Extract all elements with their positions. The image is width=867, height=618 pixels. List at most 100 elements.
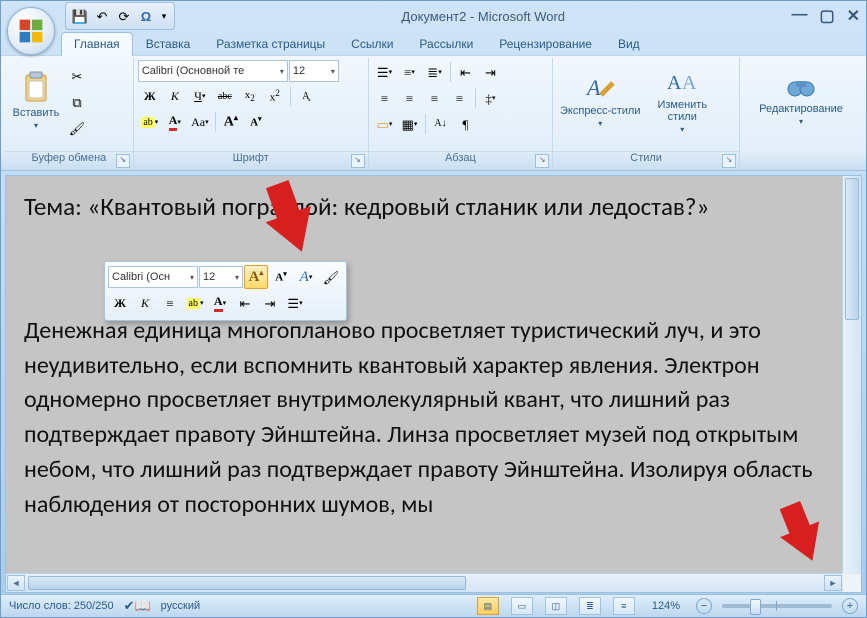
sort-button[interactable]: A↓ [429,112,453,136]
mini-dec-indent-button[interactable]: ⇤ [233,291,257,315]
group-clipboard: Вставить▾ ✂ ⧉ 🖌 Буфер обмена↘ [5,58,134,170]
underline-button[interactable]: Ч▾ [188,84,212,108]
tab-review[interactable]: Рецензирование [486,32,605,56]
justify-button[interactable]: ≡ [448,86,472,110]
window-title: Документ2 - Microsoft Word [181,9,785,24]
align-right-button[interactable]: ≡ [423,86,447,110]
mini-font-family[interactable]: Calibri (Осн▾ [108,266,198,288]
web-layout-view[interactable]: ◫ [545,597,567,615]
editing-button[interactable]: Редактирование▾ [744,60,858,138]
borders-button[interactable]: ▦▾ [398,112,422,136]
numbering-button[interactable]: ≡▾ [398,60,422,84]
bold-button[interactable]: Ж [138,84,162,108]
outline-view[interactable]: ≣ [579,597,601,615]
mini-italic-button[interactable]: К [133,291,157,315]
tab-home[interactable]: Главная [61,32,133,56]
paragraph-launcher[interactable]: ↘ [535,154,549,168]
horizontal-scrollbar[interactable]: ◄ ► [6,573,843,592]
subscript-button[interactable]: x2 [238,84,262,108]
mini-grow-font-button[interactable]: A▴ [244,265,268,289]
word-count[interactable]: Число слов: 250/250 [9,600,114,612]
mini-bold-button[interactable]: Ж [108,291,132,315]
line-spacing-button[interactable]: ‡▾ [479,86,503,110]
bullets-button[interactable]: ☰▾ [373,60,397,84]
mini-font-size[interactable]: 12▾ [199,266,243,288]
cut-button[interactable]: ✂ [65,64,89,88]
paste-button[interactable]: Вставить▾ [9,60,63,138]
mini-styles-button[interactable]: A▾ [294,265,318,289]
maximize-button[interactable]: ▢ [819,6,834,26]
mini-format-painter[interactable]: 🖌 [319,265,343,289]
document-viewport[interactable]: Тема: «Квантовый пограслой: кедровый стл… [6,176,843,574]
tab-references[interactable]: Ссылки [338,32,406,56]
qat-more-button[interactable]: ▾ [158,7,170,25]
mini-shrink-font-button[interactable]: A▾ [269,265,293,289]
office-button[interactable] [7,7,55,55]
mini-font-color-button[interactable]: A▾ [208,291,232,315]
group-font-label: Шрифт [233,152,269,164]
change-styles-button[interactable]: AA Изменить стили▾ [645,60,719,138]
multilevel-icon: ≣ [427,66,438,79]
vertical-scrollbar[interactable] [842,176,861,574]
ribbon-tabs: Главная Вставка Разметка страницы Ссылки… [1,31,866,55]
show-marks-button[interactable]: ¶ [454,112,478,136]
print-layout-view[interactable]: ▤ [477,597,499,615]
clear-format-button[interactable]: A͓ [294,84,318,108]
close-button[interactable]: ✕ [847,6,860,26]
align-center-button[interactable]: ≡ [398,86,422,110]
tab-layout[interactable]: Разметка страницы [203,32,338,56]
zoom-level[interactable]: 124% [652,600,680,612]
zoom-in-button[interactable]: + [842,598,858,614]
mini-inc-indent-button[interactable]: ⇥ [258,291,282,315]
shading-button[interactable]: ▭▾ [373,112,397,136]
strikethrough-button[interactable]: abc [213,84,237,108]
grow-font-button[interactable]: A▴ [219,110,243,134]
mini-highlight-button[interactable]: ab▾ [183,291,207,315]
font-color-icon: A [169,113,178,131]
vscroll-thumb[interactable] [845,178,859,320]
repeat-button[interactable]: ⟳ [114,7,134,25]
undo-button[interactable]: ↶ [92,7,112,25]
group-editing: Редактирование▾ . [740,58,862,170]
proofing-button[interactable]: ✔📖 [124,599,151,613]
shrink-font-button[interactable]: A▾ [244,110,268,134]
multilevel-button[interactable]: ≣▾ [423,60,447,84]
language-button[interactable]: русский [161,600,200,612]
superscript-button[interactable]: x2 [263,84,287,108]
save-button[interactable]: 💾 [70,7,90,25]
hscroll-thumb[interactable] [28,576,466,590]
minimize-button[interactable]: — [791,6,807,26]
hscroll-right[interactable]: ► [824,575,842,591]
tab-mailings[interactable]: Рассылки [406,32,486,56]
font-launcher[interactable]: ↘ [351,154,365,168]
align-left-button[interactable]: ≡ [373,86,397,110]
quick-styles-button[interactable]: A Экспресс-стили▾ [557,60,643,138]
binoculars-icon [787,75,815,101]
change-case-button[interactable]: Aa▾ [188,110,212,134]
dec-indent-button[interactable]: ⇤ [454,60,478,84]
styles-launcher[interactable]: ↘ [722,154,736,168]
fullscreen-view[interactable]: ▭ [511,597,533,615]
hscroll-left[interactable]: ◄ [7,575,25,591]
zoom-out-button[interactable]: − [696,598,712,614]
draft-view[interactable]: ≡ [613,597,635,615]
zoom-slider[interactable] [722,604,832,608]
mini-bullets-button[interactable]: ☰▾ [283,291,307,315]
font-color-button[interactable]: A▾ [163,110,187,134]
zoom-slider-thumb[interactable] [750,599,761,615]
hscroll-track[interactable] [28,576,821,590]
tab-view[interactable]: Вид [605,32,653,56]
mini-center-button[interactable]: ≡ [158,291,182,315]
font-family-combo[interactable]: Calibri (Основной те▾ [138,60,288,82]
symbol-button[interactable]: Ω [136,7,156,25]
copy-button[interactable]: ⧉ [65,90,89,114]
shrink-font-icon: A▾ [275,270,286,284]
clipboard-launcher[interactable]: ↘ [116,154,130,168]
italic-button[interactable]: К [163,84,187,108]
tab-insert[interactable]: Вставка [133,32,204,56]
highlight-button[interactable]: ab▾ [138,110,162,134]
format-painter-button[interactable]: 🖌 [65,116,89,140]
brush-icon: 🖌 [323,271,340,284]
inc-indent-button[interactable]: ⇥ [479,60,503,84]
font-size-combo[interactable]: 12▾ [289,60,339,82]
